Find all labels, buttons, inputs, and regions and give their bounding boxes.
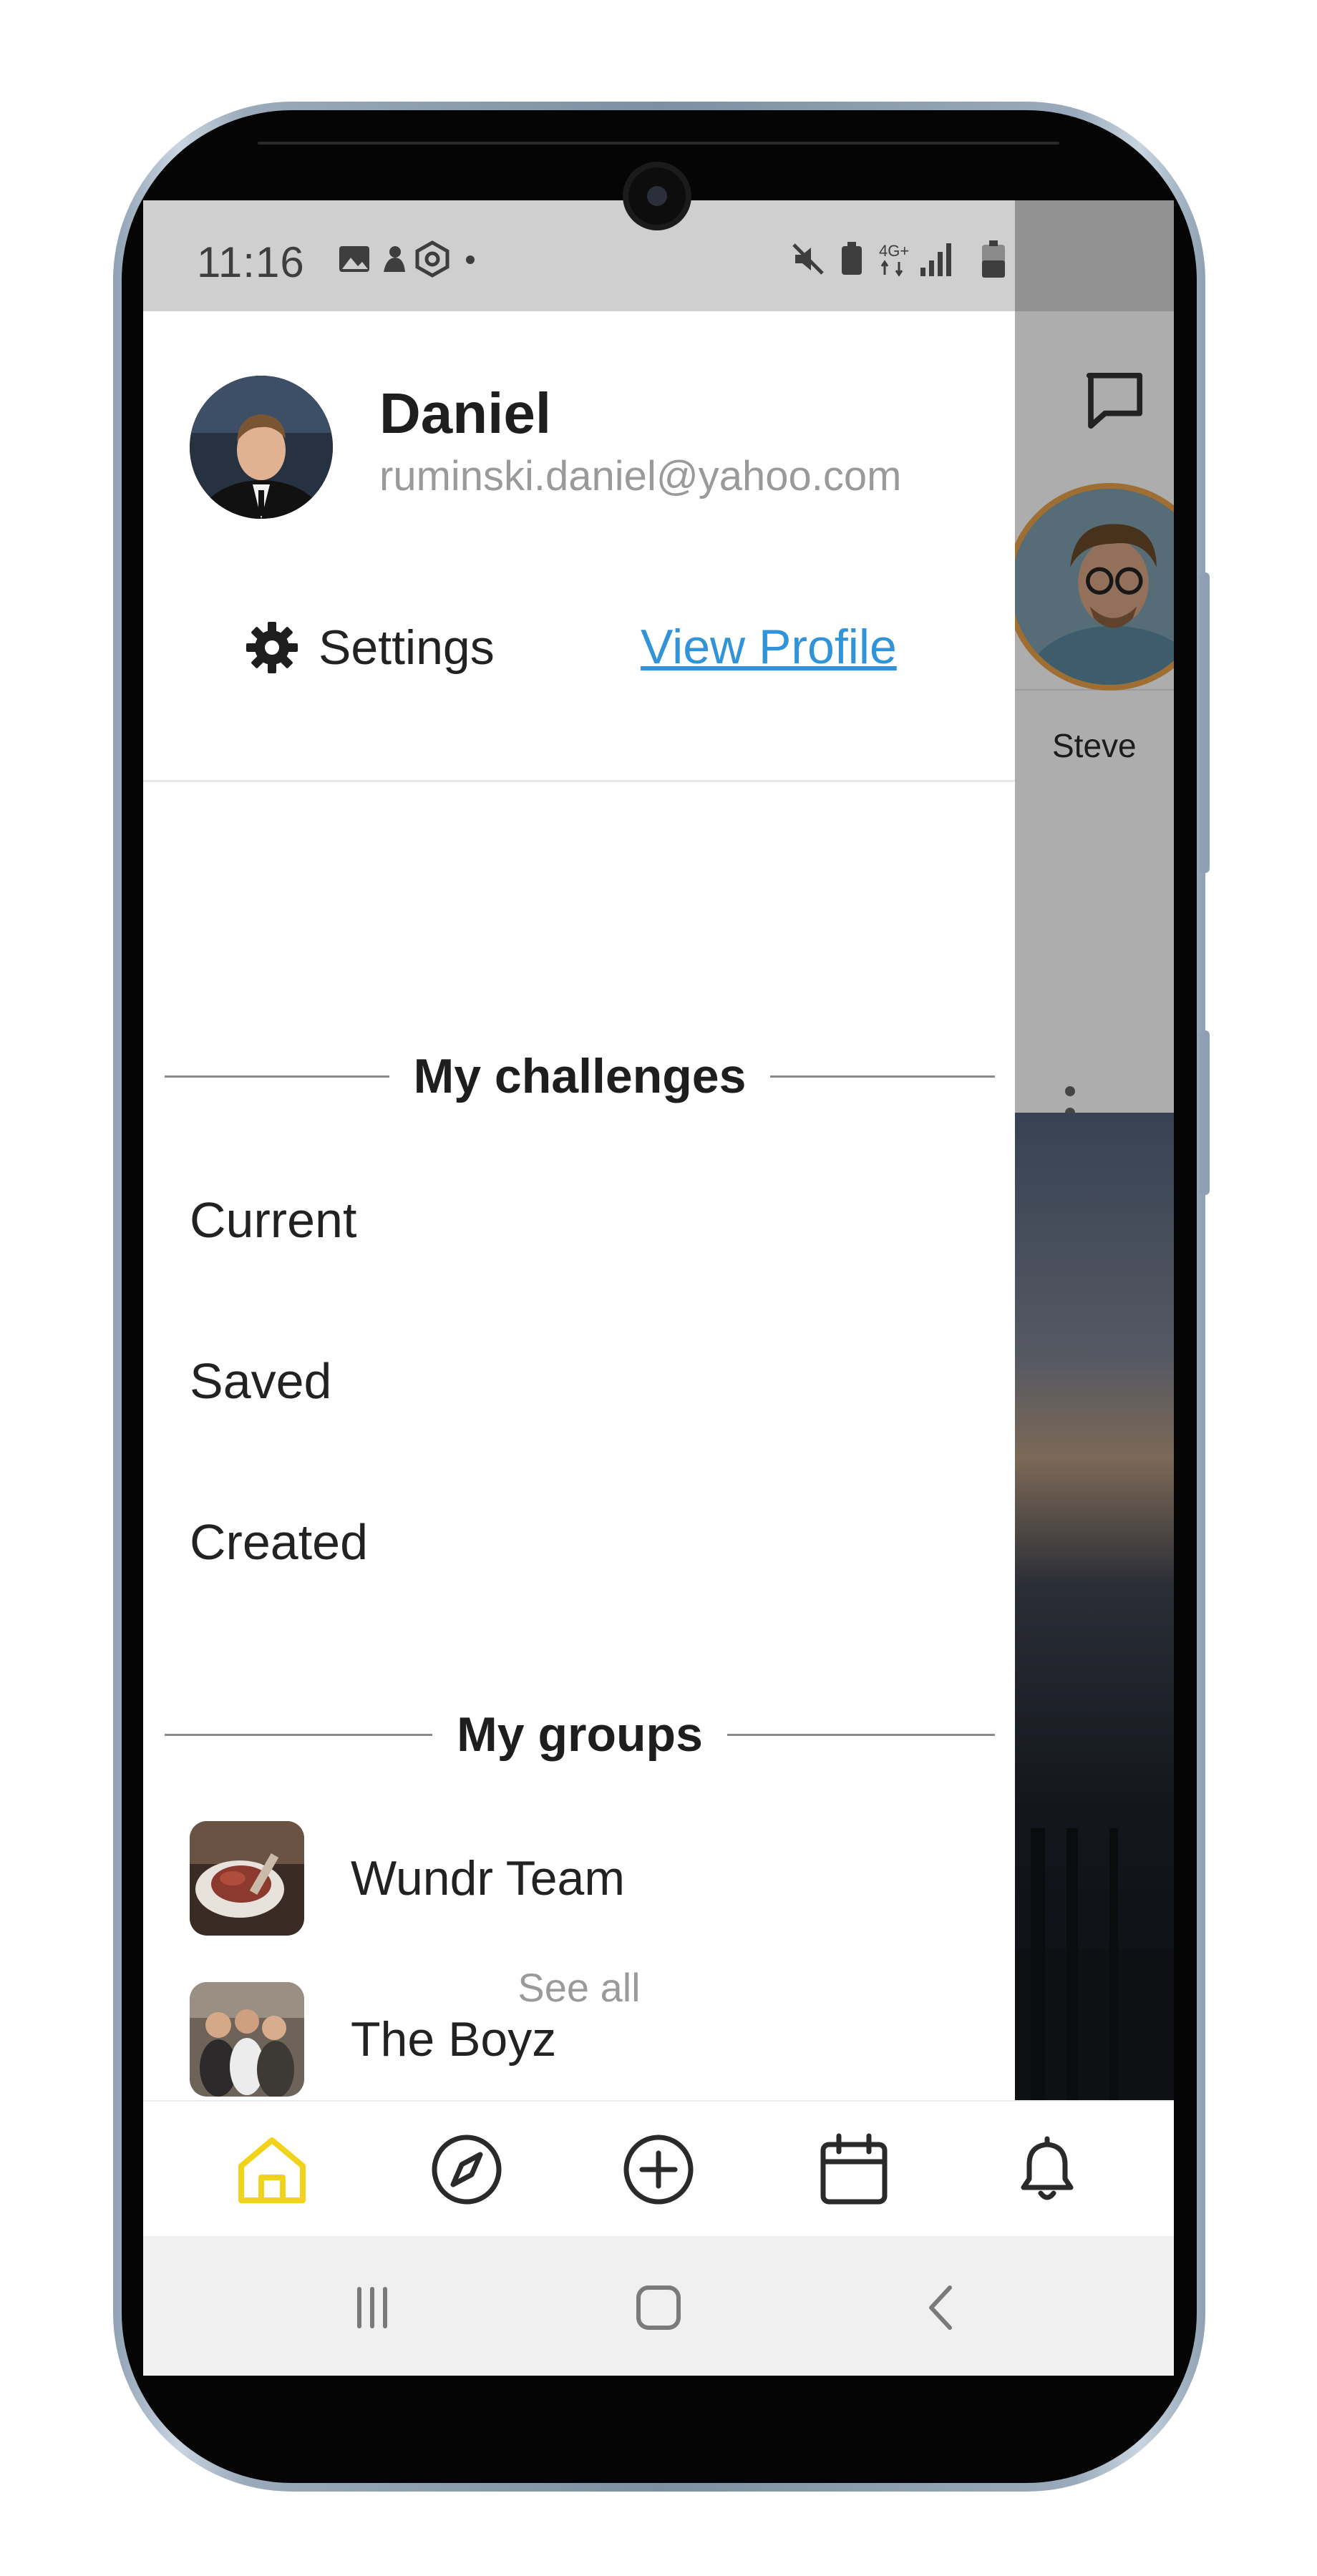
divider [770, 1075, 995, 1078]
battery-icon [982, 240, 1005, 278]
status-time: 11:16 [197, 238, 305, 286]
settings-label: Settings [319, 620, 495, 675]
compass-icon[interactable] [427, 2130, 506, 2209]
status-bar: 11:16 4G+ [143, 200, 1015, 311]
navigation-drawer: 11:16 4G+ Daniel ruminski.daniel@yahoo.c… [143, 200, 1015, 2100]
divider [165, 1733, 433, 1736]
groups-section-title: My groups [457, 1707, 703, 1762]
challenges-current-item[interactable]: Current [190, 1191, 356, 1249]
back-icon[interactable] [913, 2279, 970, 2336]
see-all-groups-link[interactable]: See all [143, 1964, 1015, 2011]
group-thumbnail [190, 1821, 304, 1936]
groups-section-header: My groups [165, 1707, 996, 1762]
settings-button[interactable]: Settings [243, 615, 495, 680]
calendar-icon[interactable] [815, 2130, 893, 2209]
home-button-icon[interactable] [630, 2279, 687, 2336]
recent-apps-icon[interactable] [344, 2279, 401, 2336]
bottom-navigation [143, 2100, 1174, 2238]
gear-icon [246, 622, 298, 673]
signal-4g-icon: 4G+ [879, 242, 951, 277]
screen: Steve 11:16 4G+ Daniel ruminski.daniel@y… [143, 200, 1174, 2376]
divider [143, 780, 1015, 782]
profile-name: Daniel [379, 381, 552, 445]
battery-saver-icon [842, 242, 862, 275]
mute-icon [792, 243, 824, 275]
dot-icon [466, 255, 475, 264]
bell-icon[interactable] [1008, 2130, 1087, 2209]
front-camera [628, 167, 686, 225]
challenges-created-item[interactable]: Created [190, 1513, 368, 1571]
profile-email: ruminski.daniel@yahoo.com [379, 453, 902, 499]
add-circle-icon[interactable] [619, 2130, 698, 2209]
svg-text:4G+: 4G+ [879, 242, 909, 260]
challenges-saved-item[interactable]: Saved [190, 1352, 331, 1410]
gallery-icon [339, 246, 369, 272]
challenges-section-header: My challenges [165, 1048, 995, 1104]
divider [165, 1075, 389, 1078]
system-navigation-bar [143, 2236, 1174, 2376]
group-item-wundr-team[interactable]: Wundr Team [190, 1821, 625, 1936]
notification-icon [384, 246, 405, 272]
group-label: Wundr Team [351, 1851, 625, 1906]
group-label: The Boyz [351, 2012, 557, 2067]
volume-button [1200, 572, 1210, 873]
power-button [1200, 1030, 1210, 1195]
profile-avatar[interactable] [190, 376, 333, 519]
home-icon[interactable] [233, 2130, 311, 2209]
challenges-section-title: My challenges [413, 1049, 747, 1103]
view-profile-link[interactable]: View Profile [641, 619, 897, 675]
hex-app-icon [415, 240, 449, 278]
divider [726, 1733, 996, 1736]
speaker-grille [258, 142, 1059, 145]
